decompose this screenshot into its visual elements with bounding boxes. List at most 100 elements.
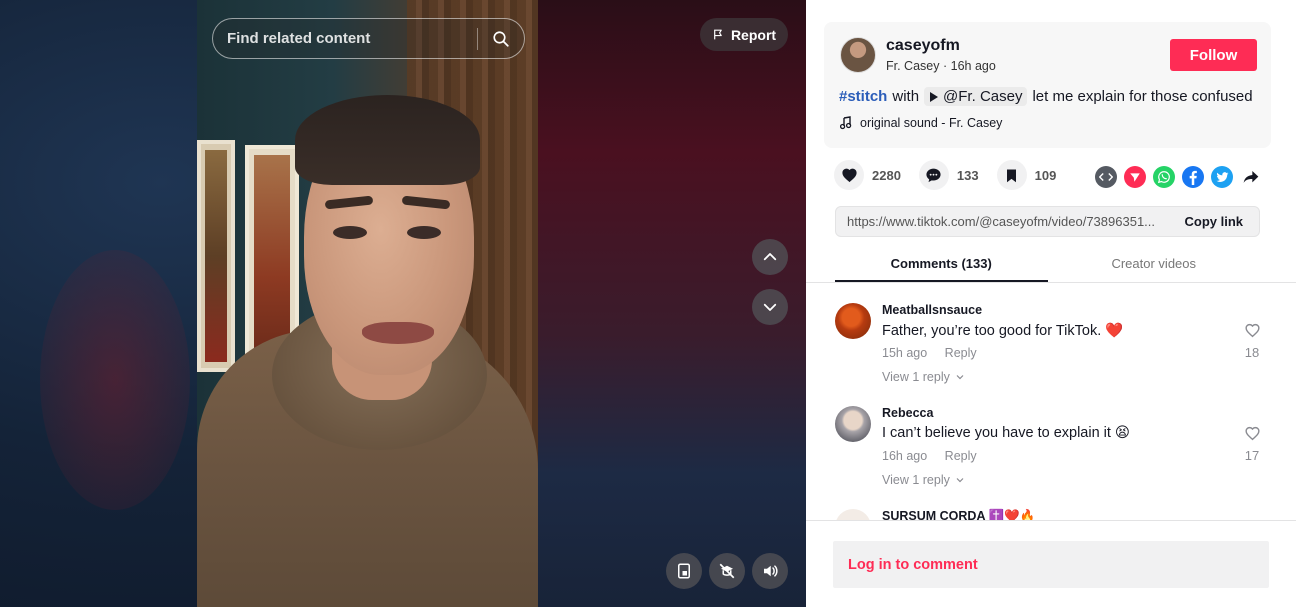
report-label: Report [730,26,777,43]
comment-list[interactable]: Meatballsnsauce Father, you’re too good … [806,283,1296,520]
embed-icon[interactable] [1095,166,1117,188]
left-eye [333,226,367,239]
view-replies-button[interactable]: View 1 reply [882,473,966,487]
post-info-card: caseyofm Fr. Casey · 16h ago Follow #sti… [824,22,1271,148]
view-replies-label: View 1 reply [882,370,950,384]
comment-like-count: 17 [1244,448,1260,463]
view-replies-button[interactable]: View 1 reply [882,370,966,384]
flag-icon [714,29,722,40]
next-video-button[interactable] [752,289,788,325]
no-captions-button[interactable] [709,553,745,589]
chevron-down-icon [956,478,964,483]
reply-button[interactable]: Reply [945,449,977,463]
description-text: let me explain for those confused [1032,88,1253,105]
comment-input-divider [806,520,1296,521]
comment-like-button[interactable]: 17 [1239,425,1265,463]
commenter-avatar[interactable] [835,509,871,520]
share-arrow-icon[interactable] [1240,166,1262,188]
share-link-url[interactable]: https://www.tiktok.com/@caseyofm/video/7… [836,214,1168,229]
music-note-icon [840,116,852,130]
commenter-name[interactable]: SURSUM CORDA ✝️❤️🔥 [882,509,1035,520]
background-blur-glow [40,250,190,510]
post-time: 16h ago [950,59,996,73]
post-description: #stitch with @Fr. Casey let me explain f… [839,87,1253,106]
share-link-box: https://www.tiktok.com/@caseyofm/video/7… [835,206,1260,237]
follow-button[interactable]: Follow [1170,39,1257,71]
search-button[interactable] [478,18,524,59]
comment-time: 16h ago [882,449,928,463]
comment-meta: 15h ago Reply [882,346,977,360]
twitter-icon[interactable] [1211,166,1233,188]
video-player-area: Find related content Report [0,0,806,607]
stitch-mention-chip[interactable]: @Fr. Casey [924,87,1028,106]
wall-icon-painting [197,140,235,372]
login-to-comment-button[interactable]: Log in to comment [833,541,1269,588]
tab-comments[interactable]: Comments (133) [835,246,1048,282]
comment-tabs: Comments (133) Creator videos [835,246,1260,282]
comment-count: 133 [956,167,979,183]
comment-like-button[interactable]: 18 [1239,322,1265,360]
heart-outline-icon [1244,426,1260,441]
mouth [362,322,434,344]
mention-label: @Fr. Casey [943,88,1023,105]
like-action[interactable]: 2280 [834,160,901,190]
heart-icon [834,160,864,190]
engagement-actions: 2280 133 109 [834,160,1074,190]
weary-face-emoji-icon: 😫 [1114,425,1131,441]
save-action[interactable]: 109 [996,160,1057,190]
heart-emoji-icon: ❤️ [1105,323,1124,339]
comment-like-count: 18 [1244,345,1260,360]
author-subline: Fr. Casey · 16h ago [886,59,996,73]
chevron-down-icon [763,303,777,311]
author-avatar[interactable] [840,37,876,73]
video-frame[interactable] [197,0,538,607]
report-button[interactable]: Report [700,18,788,51]
right-eye [407,226,441,239]
tiktok-video-page: Find related content Report caseyofm Fr.… [0,0,1296,607]
previous-video-button[interactable] [752,239,788,275]
hashtag-link[interactable]: #stitch [839,88,887,105]
comment-meta: 16h ago Reply [882,449,977,463]
no-captions-icon [719,563,735,579]
comment-body: Father, you’re too good for TikTok. [882,322,1102,339]
description-with: with [892,88,920,105]
comment-action[interactable]: 133 [918,160,979,190]
view-replies-label: View 1 reply [882,473,950,487]
details-panel: caseyofm Fr. Casey · 16h ago Follow #sti… [806,0,1296,607]
sound-name: original sound - Fr. Casey [860,116,1003,130]
commenter-avatar[interactable] [835,303,871,339]
related-content-search[interactable]: Find related content [212,18,525,59]
comment-time: 15h ago [882,346,928,360]
volume-button[interactable] [752,553,788,589]
chevron-up-icon [763,253,777,261]
mini-player-icon [678,563,690,579]
comment-text: I can’t believe you have to explain it 😫 [882,425,1130,441]
author-username[interactable]: caseyofm [886,37,960,55]
friar-hair [295,95,480,185]
commenter-name[interactable]: Meatballsnsauce [882,303,982,317]
comment-bubble-icon [918,160,949,190]
author-display-name: Fr. Casey [886,59,940,73]
sound-link[interactable]: original sound - Fr. Casey [840,116,1002,130]
commenter-name[interactable]: Rebecca [882,406,933,420]
subline-separator: · [942,59,948,73]
volume-icon [764,565,778,577]
send-icon[interactable] [1124,166,1146,188]
like-count: 2280 [872,167,901,183]
heart-outline-icon [1244,323,1260,338]
bookmark-icon [996,160,1027,190]
whatsapp-icon[interactable] [1153,166,1175,188]
facebook-icon[interactable] [1182,166,1204,188]
commenter-avatar[interactable] [835,406,871,442]
comment-body: I can’t believe you have to explain it [882,425,1111,441]
share-options [1095,166,1262,188]
tab-creator-videos[interactable]: Creator videos [1048,246,1261,282]
mini-player-button[interactable] [666,553,702,589]
comment-text: Father, you’re too good for TikTok. ❤️ [882,322,1124,340]
copy-link-button[interactable]: Copy link [1168,214,1259,229]
search-icon [493,30,509,47]
play-icon [930,91,939,102]
save-count: 109 [1034,167,1057,183]
reply-button[interactable]: Reply [945,346,977,360]
search-input[interactable]: Find related content [213,30,477,47]
